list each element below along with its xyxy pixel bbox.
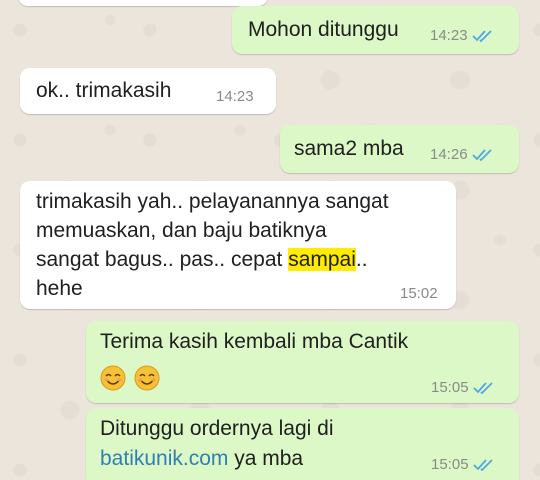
message-line-text: sangat bagus.. pas.. cepat bbox=[36, 248, 289, 271]
emoji-row bbox=[100, 365, 164, 391]
message-meta: 14:23 bbox=[216, 88, 254, 105]
message-meta: 15:05 bbox=[431, 379, 495, 396]
message-text: ok.. trimakasih bbox=[36, 79, 172, 102]
message-text: Terima kasih kembali mba Cantik bbox=[100, 330, 409, 353]
message-time: 15:02 bbox=[400, 285, 438, 302]
message-time: 14:23 bbox=[216, 88, 254, 105]
double-check-icon bbox=[472, 458, 493, 471]
message-time: 14:23 bbox=[430, 27, 468, 44]
message-meta: 15:05 bbox=[431, 456, 495, 473]
message-line: batikunik.com ya mba bbox=[100, 444, 303, 473]
message-meta: 14:23 bbox=[430, 27, 494, 44]
message-line-suffix: .. bbox=[355, 248, 368, 271]
message-text: Ditunggu ordernya lagi di bbox=[100, 417, 334, 440]
double-check-icon bbox=[471, 29, 492, 42]
smiling-face-with-smiling-eyes-icon bbox=[100, 365, 126, 391]
message-meta: 14:26 bbox=[430, 146, 494, 163]
message-bubble-outgoing[interactable]: sama2 mba 14:26 bbox=[280, 125, 519, 173]
message-line: memuaskan, dan baju batiknya bbox=[36, 219, 327, 242]
message-meta: 15:02 bbox=[400, 285, 438, 302]
message-line: sangat bagus.. pas.. cepat sampai.. bbox=[36, 245, 368, 274]
smiling-face-with-smiling-eyes-icon bbox=[134, 365, 160, 391]
chat-conversation: Mohon ditunggu 14:23 ok.. trimakasih 14:… bbox=[0, 0, 540, 480]
message-line-suffix: ya mba bbox=[228, 447, 304, 470]
message-line: trimakasih yah.. pelayanannya sangat bbox=[36, 190, 389, 213]
message-bubble-outgoing[interactable]: Terima kasih kembali mba Cantik 15:05 bbox=[86, 321, 519, 403]
message-time: 15:05 bbox=[431, 456, 469, 473]
message-line: hehe bbox=[36, 277, 83, 300]
message-bubble-outgoing[interactable]: Mohon ditunggu 14:23 bbox=[232, 6, 519, 54]
message-time: 14:26 bbox=[430, 146, 468, 163]
message-bubble-outgoing[interactable]: Ditunggu ordernya lagi di batikunik.com … bbox=[86, 408, 519, 480]
highlighted-word: sampai bbox=[288, 248, 356, 271]
message-bubble-incoming[interactable]: ok.. trimakasih 14:23 bbox=[20, 68, 276, 114]
message-time: 15:05 bbox=[431, 379, 469, 396]
website-link[interactable]: batikunik.com bbox=[100, 447, 228, 470]
double-check-icon bbox=[472, 381, 493, 394]
message-bubble-incoming[interactable]: trimakasih yah.. pelayanannya sangat mem… bbox=[20, 181, 456, 309]
message-bubble-partial bbox=[18, 0, 268, 6]
double-check-icon bbox=[471, 148, 492, 161]
message-text: Mohon ditunggu bbox=[248, 18, 399, 41]
message-text: sama2 mba bbox=[294, 137, 404, 160]
